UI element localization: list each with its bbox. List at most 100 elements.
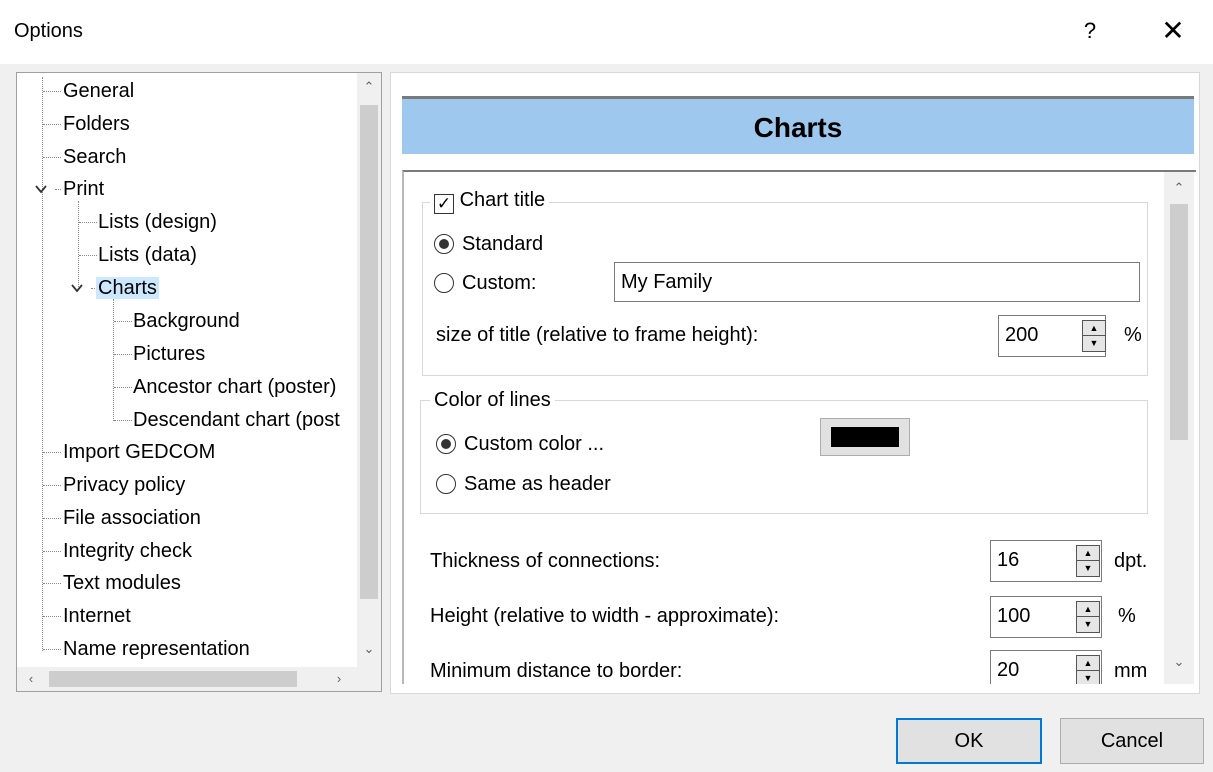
spin-down-icon[interactable]: ▼ <box>1077 617 1099 632</box>
options-tree: General Folders Search Print Lists (desi… <box>16 72 382 692</box>
ok-button[interactable]: OK <box>896 718 1042 764</box>
tree-item-label: Privacy policy <box>63 474 186 496</box>
tree-item-pictures[interactable]: Pictures <box>133 339 205 369</box>
tree-item-label: Search <box>63 146 127 168</box>
chart-title-checkbox-label: Chart title <box>459 189 546 211</box>
tree-connector <box>43 157 61 158</box>
help-button[interactable]: ? <box>1080 18 1100 44</box>
tree-connector <box>43 518 61 519</box>
content-scroll-thumb[interactable] <box>1170 204 1188 440</box>
tree-item-lists-data[interactable]: Lists (data) <box>98 240 197 270</box>
tree-connector <box>43 649 61 650</box>
scroll-down-arrow-icon[interactable]: ⌄ <box>1169 652 1189 672</box>
title-bar: Options ? ✕ <box>0 0 1213 64</box>
tree-connector <box>43 452 61 453</box>
tree-scroll-thumb[interactable] <box>360 105 378 599</box>
tree-connector <box>78 201 79 289</box>
chart-title-checkbox[interactable]: ✓ <box>434 194 454 214</box>
tree-connector <box>43 91 61 92</box>
tree-connector <box>79 222 97 223</box>
tree-item-label: Charts <box>96 277 159 299</box>
tree-item-label: Descendant chart (post <box>133 409 340 431</box>
content-vertical-scrollbar[interactable]: ⌃ ⌄ <box>1164 172 1194 684</box>
tree-connector <box>43 551 61 552</box>
scroll-up-arrow-icon[interactable]: ⌃ <box>359 77 379 97</box>
tree-item-print[interactable]: Print <box>63 174 104 204</box>
spin-up-icon[interactable]: ▲ <box>1077 546 1099 561</box>
tree-item-charts[interactable]: Charts <box>96 273 159 303</box>
standard-label: Standard <box>462 233 544 255</box>
tree-connector <box>42 77 43 651</box>
tree-connector <box>114 321 132 322</box>
title-size-unit: % <box>1124 324 1142 346</box>
standard-radio[interactable] <box>434 234 454 254</box>
spin-down-icon[interactable]: ▼ <box>1077 561 1099 576</box>
expand-charts-chevron-icon[interactable] <box>69 281 85 297</box>
min-distance-spinner[interactable]: ▲ ▼ <box>1076 655 1100 684</box>
expand-print-chevron-icon[interactable] <box>33 182 49 198</box>
spin-down-icon[interactable]: ▼ <box>1077 671 1099 684</box>
tree-item-name-representation[interactable]: Name representation <box>63 634 250 664</box>
tree-hscroll-thumb[interactable] <box>49 671 297 687</box>
tree-connector <box>43 485 61 486</box>
tree-connector <box>55 189 61 190</box>
tree-item-descendant-chart[interactable]: Descendant chart (post <box>133 405 340 435</box>
tree-item-label: Name representation <box>63 638 250 660</box>
line-color-swatch <box>831 427 899 447</box>
custom-color-label: Custom color ... <box>464 433 605 455</box>
tree-item-ancestor-chart[interactable]: Ancestor chart (poster) <box>133 372 336 402</box>
min-distance-unit: mm <box>1114 660 1148 682</box>
spin-up-icon[interactable]: ▲ <box>1077 602 1099 617</box>
tree-item-label: Background <box>133 310 240 332</box>
tree-item-file-association[interactable]: File association <box>63 503 201 533</box>
tree-horizontal-scrollbar[interactable]: ‹ › <box>17 667 381 691</box>
window-title: Options <box>14 20 83 42</box>
tree-item-internet[interactable]: Internet <box>63 601 131 631</box>
thickness-label: Thickness of connections: <box>430 550 661 572</box>
tree-item-background[interactable]: Background <box>133 306 240 336</box>
spin-up-icon[interactable]: ▲ <box>1077 656 1099 671</box>
tree-item-label: Import GEDCOM <box>63 441 216 463</box>
tree-connector <box>114 354 132 355</box>
tree-item-general[interactable]: General <box>63 76 134 106</box>
spin-down-icon[interactable]: ▼ <box>1083 336 1105 351</box>
close-button[interactable]: ✕ <box>1158 14 1188 47</box>
tree-item-privacy-policy[interactable]: Privacy policy <box>63 470 185 500</box>
thickness-unit: dpt. <box>1114 550 1148 572</box>
tree-item-folders[interactable]: Folders <box>63 109 130 139</box>
custom-title-input[interactable]: My Family <box>614 262 1140 302</box>
tree-connector <box>113 299 114 421</box>
charts-settings-content: ✓ Chart title Standard Custom: My Family… <box>402 170 1196 684</box>
scroll-up-arrow-icon[interactable]: ⌃ <box>1169 178 1189 198</box>
tree-item-search[interactable]: Search <box>63 142 126 172</box>
line-color-button[interactable] <box>820 418 910 456</box>
min-distance-label: Minimum distance to border: <box>430 660 683 682</box>
tree-connector <box>114 420 132 421</box>
scroll-down-arrow-icon[interactable]: ⌄ <box>359 639 379 659</box>
title-size-label: size of title (relative to frame height)… <box>436 324 759 346</box>
height-spinner[interactable]: ▲ ▼ <box>1076 601 1100 633</box>
tree-item-import-gedcom[interactable]: Import GEDCOM <box>63 437 215 467</box>
spin-up-icon[interactable]: ▲ <box>1083 321 1105 336</box>
scroll-right-arrow-icon[interactable]: › <box>329 669 349 689</box>
tree-vertical-scrollbar[interactable]: ⌃ ⌄ <box>357 73 381 669</box>
title-size-spinner[interactable]: ▲ ▼ <box>1082 320 1106 352</box>
tree-item-lists-design[interactable]: Lists (design) <box>98 207 217 237</box>
same-as-header-radio[interactable] <box>436 474 456 494</box>
tree-item-text-modules[interactable]: Text modules <box>63 568 181 598</box>
thickness-spinner[interactable]: ▲ ▼ <box>1076 545 1100 577</box>
custom-color-radio[interactable] <box>436 434 456 454</box>
tree-item-label: Pictures <box>133 343 206 365</box>
tree-item-label: Integrity check <box>63 540 192 562</box>
tree-connector <box>43 124 61 125</box>
tree-connector <box>114 387 132 388</box>
cancel-button[interactable]: Cancel <box>1060 718 1204 764</box>
scroll-left-arrow-icon[interactable]: ‹ <box>21 669 41 689</box>
tree-item-integrity-check[interactable]: Integrity check <box>63 536 192 566</box>
tree-item-label: Internet <box>63 605 131 627</box>
tree-item-label: Text modules <box>63 572 181 594</box>
custom-radio[interactable] <box>434 273 454 293</box>
same-as-header-label: Same as header <box>464 473 611 495</box>
tree-item-label: Folders <box>63 113 130 135</box>
tree-item-label: Lists (data) <box>98 244 197 266</box>
